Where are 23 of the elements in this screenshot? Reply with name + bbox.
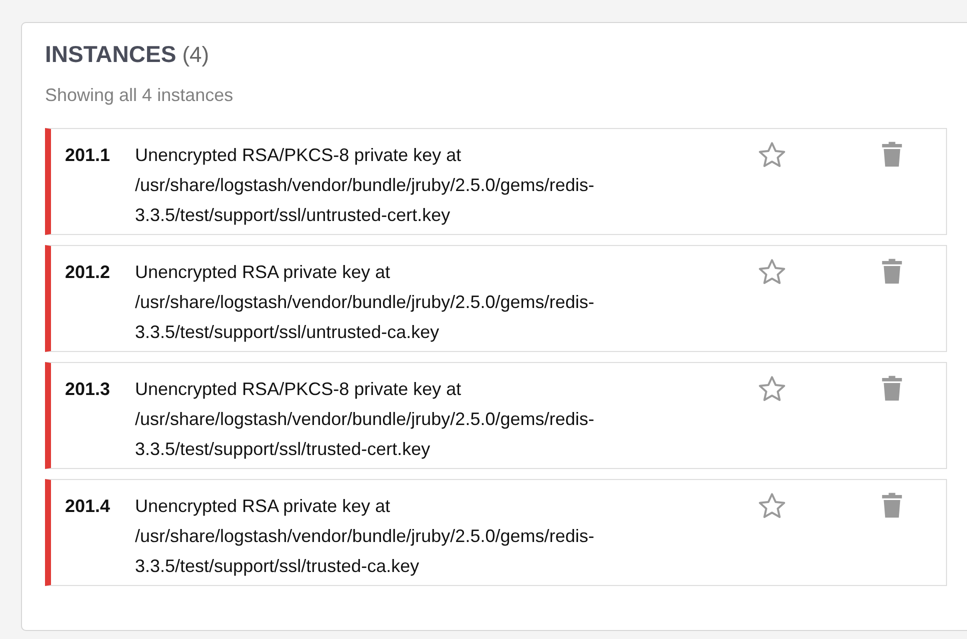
delete-icon[interactable] (881, 141, 903, 168)
star-icon[interactable] (757, 257, 787, 287)
panel-title: INSTANCES (45, 41, 176, 68)
delete-icon[interactable] (881, 258, 903, 285)
instance-card[interactable]: 201.1 Unencrypted RSA/PKCS-8 private key at /usr/share/logstash/vendor/bundle/jruby/2.5.0/gems/redis- 3.3.5/test/support/ssl/untrusted-cert.key (45, 128, 947, 235)
instance-description: Unencrypted RSA/PKCS-8 private key at /usr/share/logstash/vendor/bundle/jruby/2.5.0/gems/redis- 3.3.5/test/support/ssl/untrusted-cert.key (135, 144, 596, 227)
showing-summary: Showing all 4 instances (45, 85, 234, 106)
instance-number: 201.3 (65, 378, 112, 401)
star-icon[interactable] (757, 140, 787, 170)
instance-card[interactable]: 201.2 Unencrypted RSA private key at /usr/share/logstash/vendor/bundle/jruby/2.5.0/gems/redis- 3.3.5/test/support/ssl/untrusted-ca.key (45, 245, 947, 352)
instance-number: 201.2 (65, 261, 112, 284)
instance-card[interactable]: 201.4 Unencrypted RSA private key at /usr/share/logstash/vendor/bundle/jruby/2.5.0/gems/redis- 3.3.5/test/support/ssl/trusted-ca.key (45, 479, 947, 586)
delete-icon[interactable] (881, 375, 903, 402)
instance-description: Unencrypted RSA/PKCS-8 private key at /usr/share/logstash/vendor/bundle/jruby/2.5.0/gems/redis- 3.3.5/test/support/ssl/trusted-cert.key (135, 378, 596, 461)
instance-number: 201.1 (65, 144, 112, 167)
instance-description: Unencrypted RSA private key at /usr/share/logstash/vendor/bundle/jruby/2.5.0/gems/redis- 3.3.5/test/support/ssl/trusted-ca.key (135, 495, 596, 578)
instance-count: (4) (182, 42, 210, 68)
star-icon[interactable] (757, 491, 787, 521)
instance-description: Unencrypted RSA private key at /usr/share/logstash/vendor/bundle/jruby/2.5.0/gems/redis- 3.3.5/test/support/ssl/untrusted-ca.key (135, 261, 596, 344)
instance-number: 201.4 (65, 495, 112, 518)
delete-icon[interactable] (881, 492, 903, 519)
instance-card[interactable]: 201.3 Unencrypted RSA/PKCS-8 private key at /usr/share/logstash/vendor/bundle/jruby/2.5.0/gems/redis- 3.3.5/test/support/ssl/trusted-cert.key (45, 362, 947, 469)
star-icon[interactable] (757, 374, 787, 404)
